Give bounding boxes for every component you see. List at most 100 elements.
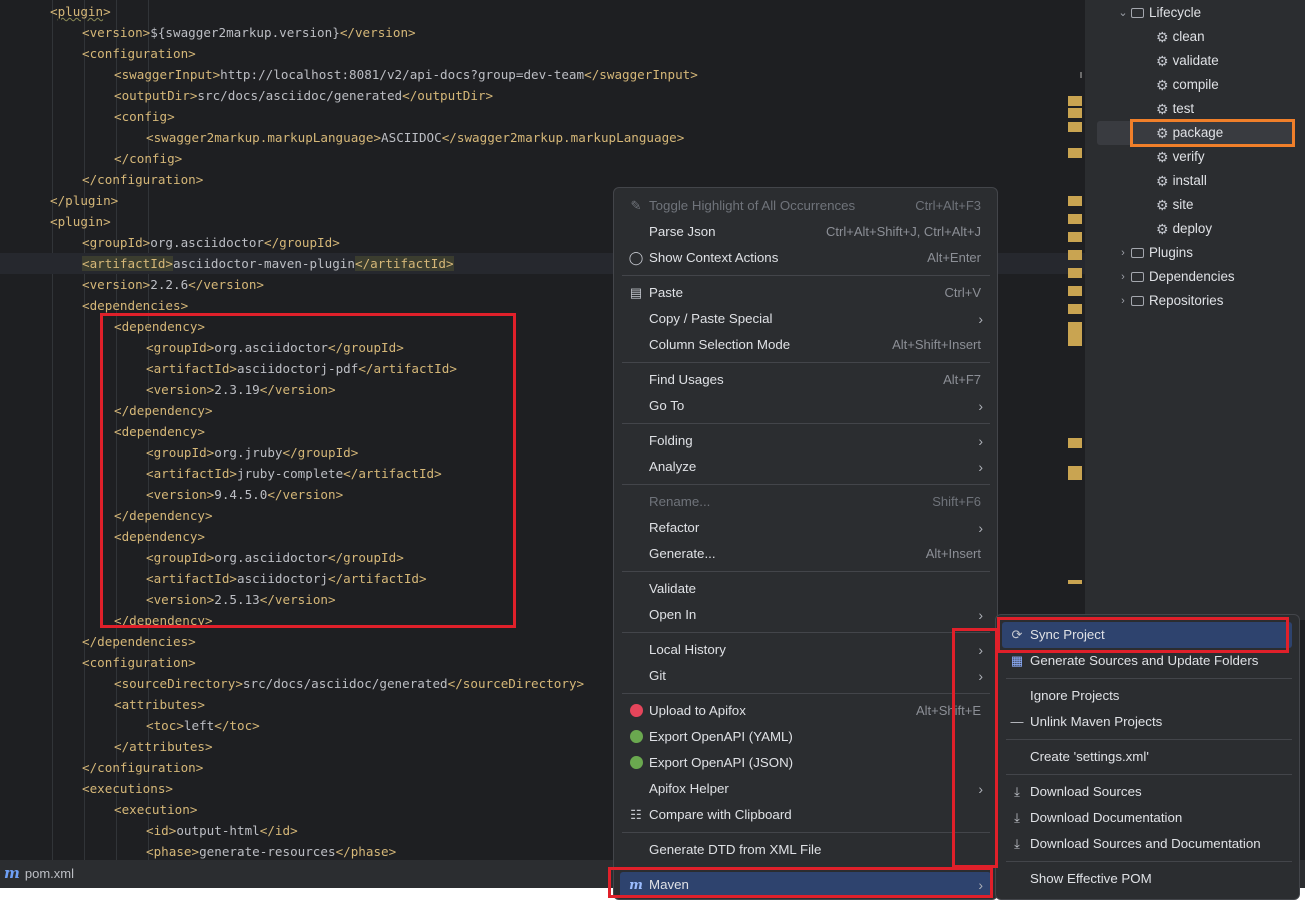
menu-item-label: Paste [649,285,684,300]
xml-tag: plugin [57,4,104,19]
xml-tag: <outputDir> [114,88,198,103]
scrollbar-marker[interactable] [1068,232,1082,242]
scrollbar-marker[interactable] [1068,580,1082,584]
code-line[interactable]: <configuration> [0,43,1085,64]
menu-item-label: Parse Json [649,224,716,239]
menu-item-export-openapi-json[interactable]: Export OpenAPI (JSON) [620,750,991,776]
code-line[interactable]: <version>${swagger2markup.version}</vers… [0,22,1085,43]
submenu-item-show-effective-pom[interactable]: Show Effective POM [1002,866,1292,892]
submenu-item-download-documentation[interactable]: ⤓ Download Documentation [1002,805,1292,831]
menu-item-copy-paste-special[interactable]: Copy / Paste Special › [620,306,991,332]
menu-item-maven[interactable]: m Maven › [620,872,991,898]
xml-tag: </dependency> [114,613,213,628]
file-tab-pom[interactable]: m pom.xml [0,860,74,886]
lifecycle-goal-site[interactable]: ⚙ site [1156,193,1193,217]
menu-separator [1006,774,1292,775]
submenu-item-create-settings-xml[interactable]: Create 'settings.xml' [1002,744,1292,770]
chevron-right-icon[interactable]: › [1115,241,1131,265]
scrollbar-marker[interactable] [1068,122,1082,132]
menu-item-generate[interactable]: Generate... Alt+Insert [620,541,991,567]
chevron-right-icon: › [978,459,983,475]
scrollbar-marker[interactable] [1068,466,1082,480]
openapi-icon [628,750,644,778]
menu-item-show-context-actions[interactable]: ◯ Show Context Actions Alt+Enter [620,245,991,271]
maven-submenu[interactable]: ⟳ Sync Project ▦ Generate Sources and Updat… [995,614,1300,900]
menu-item-open-in[interactable]: Open In › [620,602,991,628]
menu-item-folding[interactable]: Folding › [620,428,991,454]
xml-tag: <execution> [114,802,198,817]
maven-icon: m [4,864,20,882]
scrollbar-marker[interactable] [1068,148,1082,158]
menu-item-apifox-helper[interactable]: Apifox Helper › [620,776,991,802]
submenu-item-unlink-maven-projects[interactable]: — Unlink Maven Projects [1002,709,1292,735]
tree-node-lifecycle[interactable]: ⌄ Lifecycle [1115,1,1201,25]
menu-item-find-usages[interactable]: Find Usages Alt+F7 [620,367,991,393]
scrollbar-marker[interactable] [1068,322,1082,346]
scrollbar-marker[interactable] [1068,438,1082,448]
xml-tag: </toc> [214,718,260,733]
submenu-item-label: Show Effective POM [1030,871,1152,886]
submenu-item-ignore-projects[interactable]: Ignore Projects [1002,683,1292,709]
scrollbar-marker[interactable] [1068,108,1082,118]
menu-item-label: Maven [649,877,689,892]
code-line[interactable]: <config> [0,106,1085,127]
xml-tag: <dependencies> [82,298,189,313]
chevron-right-icon: › [978,520,983,536]
scrollbar-marker[interactable] [1068,268,1082,278]
lifecycle-goal-validate[interactable]: ⚙ validate [1156,49,1219,73]
menu-item-local-history[interactable]: Local History › [620,637,991,663]
code-line[interactable]: <swaggerInput>http://localhost:8081/v2/a… [0,64,1085,85]
code-line[interactable]: <outputDir>src/docs/asciidoc/generated</… [0,85,1085,106]
lifecycle-goal-test[interactable]: ⚙ test [1156,97,1194,121]
menu-item-label: Show Context Actions [649,250,779,265]
xml-tag: <artifactId> [82,256,173,271]
scrollbar-marker[interactable] [1068,96,1082,106]
menu-item-validate[interactable]: Validate [620,576,991,602]
lifecycle-goal-verify[interactable]: ⚙ verify [1156,145,1205,169]
tree-node-plugins[interactable]: › Plugins [1115,241,1193,265]
xml-tag: <swagger2markup.markupLanguage> [146,130,382,145]
lifecycle-goal-clean[interactable]: ⚙ clean [1156,25,1205,49]
menu-item-generate-dtd-from-xml-file[interactable]: Generate DTD from XML File [620,837,991,863]
scrollbar-marker[interactable] [1068,304,1082,314]
menu-separator [622,632,990,633]
menu-item-refactor[interactable]: Refactor › [620,515,991,541]
menu-item-go-to[interactable]: Go To › [620,393,991,419]
editor-context-menu[interactable]: ✎ Toggle Highlight of All Occurrences Ctrl… [613,187,998,900]
code-line[interactable]: </config> [0,148,1085,169]
menu-item-compare-with-clipboard[interactable]: ☷ Compare with Clipboard [620,802,991,828]
xml-text: jruby-complete [237,466,344,481]
menu-separator [622,423,990,424]
chevron-right-icon[interactable]: › [1115,265,1131,289]
xml-tag: </configuration> [82,760,204,775]
scrollbar-marker[interactable] [1068,250,1082,260]
submenu-item-label: Create 'settings.xml' [1030,749,1149,764]
submenu-item-download-sources[interactable]: ⤓ Download Sources [1002,779,1292,805]
xml-tag: <artifactId> [146,361,237,376]
lifecycle-goal-compile[interactable]: ⚙ compile [1156,73,1219,97]
lifecycle-goal-package[interactable]: ⚙ package [1156,121,1223,145]
code-line[interactable]: <plugin> [0,1,1085,22]
menu-item-column-selection-mode[interactable]: Column Selection Mode Alt+Shift+Insert [620,332,991,358]
menu-item-export-openapi-yaml[interactable]: Export OpenAPI (YAML) [620,724,991,750]
submenu-item-sync-project[interactable]: ⟳ Sync Project [1002,622,1292,648]
tree-node-dependencies[interactable]: › Dependencies [1115,265,1234,289]
scrollbar-marker[interactable] [1068,286,1082,296]
lifecycle-goal-deploy[interactable]: ⚙ deploy [1156,217,1212,241]
submenu-item-generate-sources-and-update-folders[interactable]: ▦ Generate Sources and Update Folders [1002,648,1292,674]
chevron-right-icon[interactable]: › [1115,289,1131,313]
menu-item-parse-json[interactable]: Parse Json Ctrl+Alt+Shift+J, Ctrl+Alt+J [620,219,991,245]
code-line[interactable]: <swagger2markup.markupLanguage>ASCIIDOC<… [0,127,1085,148]
submenu-item-download-sources-and-documentation[interactable]: ⤓ Download Sources and Documentation [1002,831,1292,857]
goal-label: compile [1172,77,1219,92]
lifecycle-goal-install[interactable]: ⚙ install [1156,169,1207,193]
scrollbar-marker[interactable] [1068,214,1082,224]
menu-item-paste[interactable]: ▤ Paste Ctrl+V [620,280,991,306]
menu-item-upload-to-apifox[interactable]: Upload to Apifox Alt+Shift+E [620,698,991,724]
menu-item-analyze[interactable]: Analyze › [620,454,991,480]
scrollbar-marker[interactable] [1068,196,1082,206]
scrollbar-caret-marker [1080,72,1082,78]
chevron-down-icon[interactable]: ⌄ [1115,1,1131,25]
menu-item-git[interactable]: Git › [620,663,991,689]
tree-node-repositories[interactable]: › Repositories [1115,289,1223,313]
